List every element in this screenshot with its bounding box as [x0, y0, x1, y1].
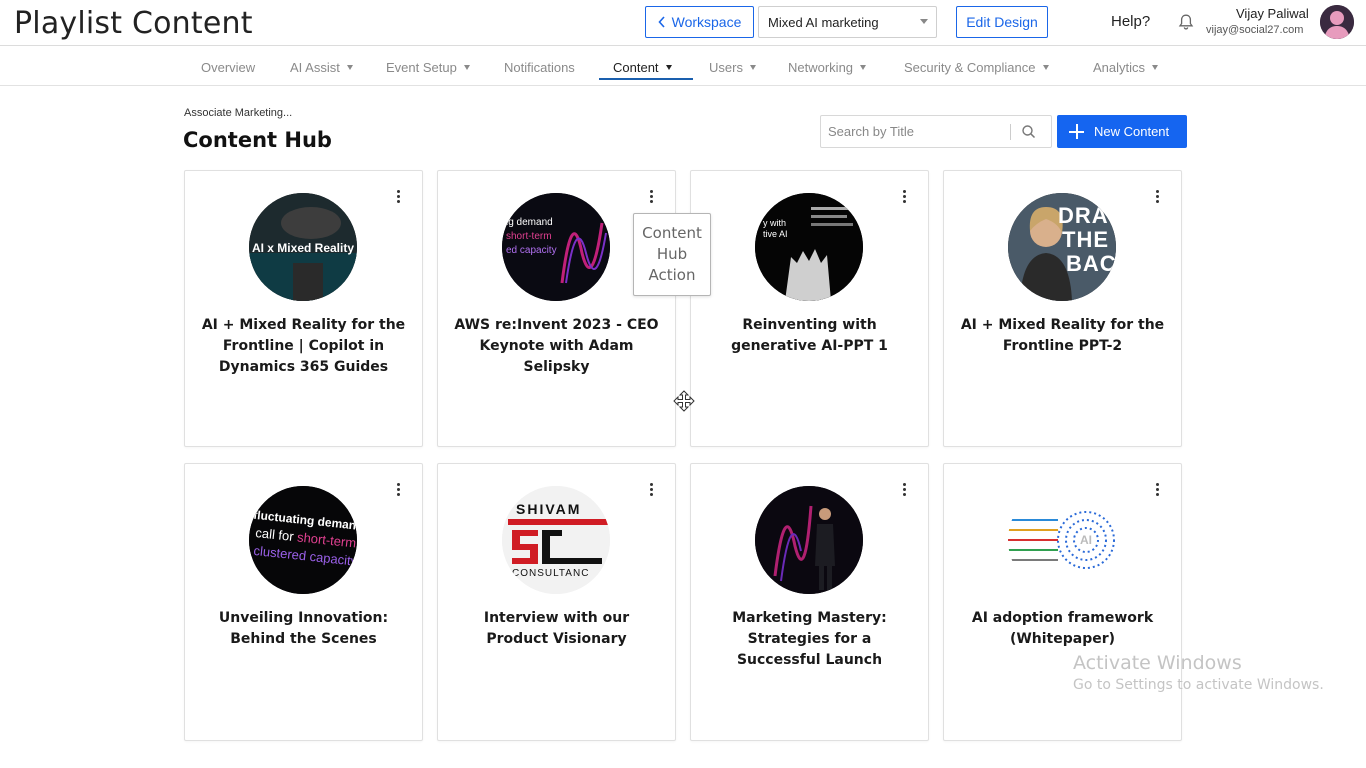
svg-text:tive AI: tive AI [763, 229, 788, 239]
content-card[interactable]: AI x Mixed Reality AI + Mixed Reality fo… [184, 170, 423, 447]
svg-text:ig demand: ig demand [506, 217, 553, 228]
content-card-title: AWS re:Invent 2023 - CEO Keynote with Ad… [454, 317, 659, 375]
workspace-button-label: Workspace [671, 14, 742, 30]
content-card-title: Unveiling Innovation: Behind the Scenes [218, 610, 389, 647]
svg-text:BAC: BAC [1066, 251, 1116, 276]
chevron-down-icon [920, 19, 928, 24]
event-select-value: Mixed AI marketing [768, 14, 879, 30]
content-card[interactable]: Marketing Mastery: Strategies for a Succ… [690, 463, 929, 741]
content-thumbnail: SHIVAM CONSULTANC [502, 486, 610, 594]
more-options-icon[interactable] [649, 483, 653, 497]
more-options-icon[interactable] [1155, 190, 1159, 204]
help-link[interactable]: Help? [1111, 13, 1150, 30]
tab-overview[interactable]: Overview [201, 55, 255, 79]
activate-windows-watermark: Activate Windows [1073, 652, 1242, 674]
caret-down-icon [665, 64, 672, 70]
tab-networking[interactable]: Networking [788, 55, 867, 79]
caret-down-icon [1042, 64, 1049, 70]
tab-event-setup[interactable]: Event Setup [386, 55, 470, 79]
user-name: Vijay Paliwal [1236, 6, 1309, 21]
tab-security-compliance[interactable]: Security & Compliance [904, 55, 1049, 79]
content-card[interactable]: AI AI adoption framework (Whitepaper) [943, 463, 1182, 741]
content-card-title: AI adoption framework (Whitepaper) [971, 610, 1154, 647]
more-options-icon[interactable] [902, 190, 906, 204]
tab-label: Networking [788, 59, 854, 75]
move-cursor-icon [673, 390, 695, 412]
content-card[interactable]: y with tive AI Reinventing with generati… [690, 170, 929, 447]
tab-label: Security & Compliance [904, 59, 1036, 75]
content-card-title: AI + Mixed Reality for the Frontline | C… [201, 317, 406, 375]
svg-text:CONSULTANC: CONSULTANC [512, 568, 589, 579]
tab-label: Overview [201, 59, 256, 75]
content-thumbnail [755, 486, 863, 594]
caret-down-icon [346, 64, 353, 70]
chevron-left-icon [658, 16, 665, 28]
tab-notifications[interactable]: Notifications [504, 55, 575, 79]
content-card-title: Marketing Mastery: Strategies for a Succ… [732, 610, 887, 668]
workspace-button[interactable]: Workspace [645, 6, 754, 38]
content-card[interactable]: ig demand short-term ed capacity AWS re:… [437, 170, 676, 447]
more-options-icon[interactable] [396, 190, 400, 204]
caret-down-icon [860, 64, 867, 70]
active-tab-indicator [599, 78, 693, 80]
search-icon[interactable] [1021, 124, 1037, 140]
content-thumbnail: DRA THE BAC [1008, 193, 1116, 301]
page-title: Playlist Content [14, 6, 253, 41]
more-options-icon[interactable] [902, 483, 906, 497]
breadcrumb[interactable]: Associate Marketing... [184, 107, 292, 119]
new-content-label: New Content [1094, 124, 1170, 139]
bell-icon[interactable] [1177, 13, 1195, 31]
main-nav: Overview AI Assist Event Setup Notificat… [0, 46, 1366, 86]
content-card[interactable]: DRA THE BAC AI + Mixed Reality for the F… [943, 170, 1182, 447]
svg-text:THE: THE [1062, 227, 1109, 252]
content-thumbnail: AI x Mixed Reality [249, 193, 357, 301]
tab-label: Notifications [504, 59, 575, 75]
svg-text:DRA: DRA [1058, 203, 1109, 228]
event-select[interactable]: Mixed AI marketing [758, 6, 937, 38]
svg-text:y with: y with [763, 218, 786, 228]
tab-label: Event Setup [386, 59, 457, 75]
tab-label: Content [613, 59, 659, 75]
svg-text:SHIVAM: SHIVAM [516, 501, 581, 517]
content-card-title: Reinventing with generative AI-PPT 1 [731, 317, 888, 354]
tab-content[interactable]: Content [613, 55, 672, 79]
plus-icon [1069, 124, 1084, 139]
svg-text:ed capacity: ed capacity [506, 245, 557, 256]
more-options-icon[interactable] [649, 190, 653, 204]
avatar[interactable] [1320, 5, 1354, 39]
caret-down-icon [1152, 64, 1159, 70]
svg-text:short-term: short-term [506, 231, 552, 242]
content-thumbnail: AI [1008, 486, 1116, 594]
user-email: vijay@social27.com [1206, 24, 1304, 36]
search-input[interactable] [821, 116, 1007, 147]
content-thumbnail: ig demand short-term ed capacity [502, 193, 610, 301]
content-card-title: Interview with our Product Visionary [483, 610, 630, 647]
thumb-text: AI x Mixed Reality [252, 241, 354, 255]
content-card[interactable]: fluctuating demands call for short-term … [184, 463, 423, 741]
content-thumbnail: y with tive AI [755, 193, 863, 301]
tab-label: Users [709, 59, 743, 75]
tab-analytics[interactable]: Analytics [1093, 55, 1159, 79]
more-options-icon[interactable] [396, 483, 400, 497]
content-card[interactable]: SHIVAM CONSULTANC Interview with our Pro… [437, 463, 676, 741]
new-content-button[interactable]: New Content [1057, 115, 1187, 148]
search-box [820, 115, 1052, 148]
edit-design-button[interactable]: Edit Design [956, 6, 1048, 38]
tab-label: Analytics [1093, 59, 1146, 75]
content-hub-action-tooltip: Content Hub Action [633, 213, 711, 296]
activate-windows-subtext: Go to Settings to activate Windows. [1073, 677, 1324, 693]
more-options-icon[interactable] [1155, 483, 1159, 497]
content-card-title: AI + Mixed Reality for the Frontline PPT… [960, 317, 1165, 354]
tab-label: AI Assist [290, 59, 340, 75]
content-thumbnail: fluctuating demands call for short-term … [249, 486, 357, 594]
tab-users[interactable]: Users [709, 55, 756, 79]
search-divider [1010, 124, 1011, 140]
thumb-text: AI [1080, 533, 1092, 547]
caret-down-icon [463, 64, 470, 70]
top-header: Playlist Content Workspace Mixed AI mark… [0, 0, 1366, 46]
caret-down-icon [749, 64, 756, 70]
tab-ai-assist[interactable]: AI Assist [290, 55, 353, 79]
content-hub-title: Content Hub [183, 128, 332, 152]
